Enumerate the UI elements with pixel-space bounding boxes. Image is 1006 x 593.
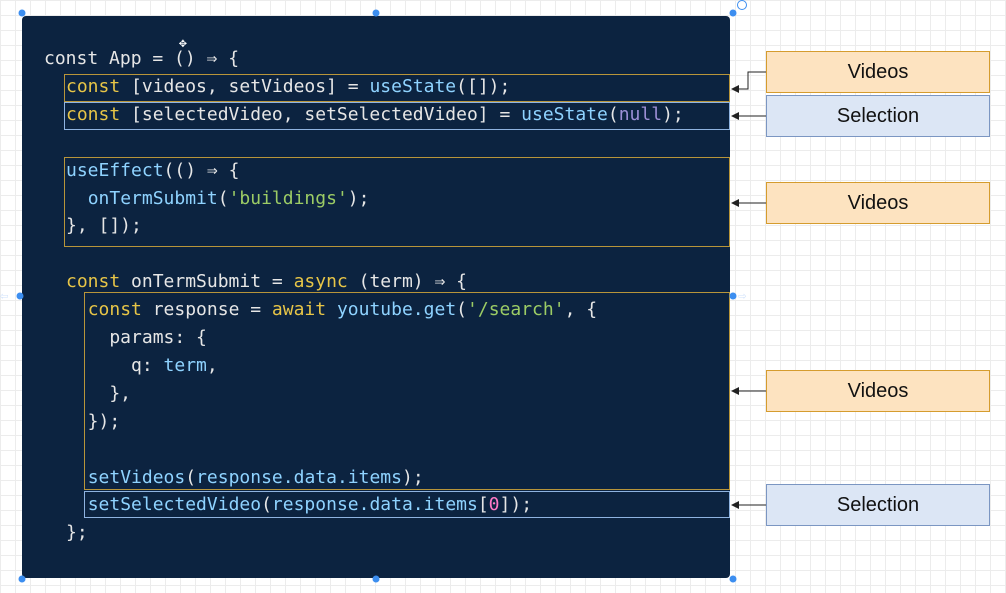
resize-handle-icon[interactable] — [372, 9, 380, 17]
label-videos-1[interactable]: Videos — [766, 51, 990, 93]
resize-handle-icon[interactable] — [16, 292, 24, 300]
label-videos-2[interactable]: Videos — [766, 182, 990, 224]
move-cursor-icon: ✥ — [179, 36, 187, 51]
label-text: Videos — [847, 191, 909, 214]
arrow-right-icon[interactable]: ⇨ — [738, 288, 746, 304]
label-text: Videos — [847, 379, 909, 402]
label-text: Videos — [847, 60, 909, 83]
label-text: Selection — [836, 104, 920, 127]
label-text: Selection — [836, 493, 920, 516]
label-selection-2[interactable]: Selection — [766, 484, 990, 526]
resize-handle-icon[interactable] — [18, 575, 26, 583]
resize-handle-icon[interactable] — [372, 575, 380, 583]
label-videos-3[interactable]: Videos — [766, 370, 990, 412]
resize-handle-icon[interactable] — [729, 9, 737, 17]
resize-handle-icon[interactable] — [729, 575, 737, 583]
rotate-handle-icon[interactable] — [737, 0, 747, 10]
arrow-left-icon[interactable]: ⇦ — [0, 288, 8, 304]
resize-handle-icon[interactable] — [18, 9, 26, 17]
label-selection-1[interactable]: Selection — [766, 95, 990, 137]
resize-handle-icon[interactable] — [729, 292, 737, 300]
connector-arrow-icon — [731, 71, 766, 93]
